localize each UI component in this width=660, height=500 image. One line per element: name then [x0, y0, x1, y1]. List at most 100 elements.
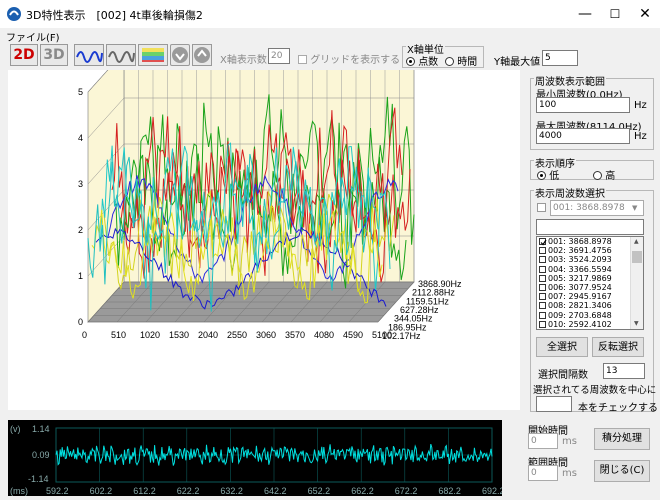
listbox-scrollbar[interactable]: ▲ ▼: [630, 237, 643, 329]
freq-item-checkbox[interactable]: [539, 302, 546, 310]
freq-item-label: 005: 3217.9869: [548, 273, 612, 283]
freq-list-item[interactable]: 006: 3077.9524: [537, 283, 643, 292]
freq-item-label: 001: 3868.8978: [548, 237, 612, 247]
colormap-icon: [142, 48, 164, 62]
y-tick-label: 1: [78, 271, 83, 281]
order-low-radio[interactable]: [537, 171, 546, 180]
x-unit-time-option[interactable]: 時間: [445, 53, 477, 68]
freq-text-input[interactable]: [536, 219, 644, 235]
interval-input[interactable]: 13: [603, 363, 645, 379]
order-high-option[interactable]: 高: [593, 167, 615, 182]
freq-item-checkbox[interactable]: [539, 238, 547, 246]
freq-item-checkbox[interactable]: [539, 256, 546, 264]
spectrum-map-button[interactable]: [138, 44, 168, 66]
minimize-button[interactable]: —: [570, 0, 600, 28]
freq-item-checkbox[interactable]: [539, 265, 546, 273]
waveform-x-tick: 652.2: [308, 486, 331, 496]
app-icon: [7, 7, 21, 21]
x-tick-label: 2040: [198, 330, 218, 340]
waveform-x-tick: 612.2: [133, 486, 156, 496]
waveform-gray-button[interactable]: [106, 44, 136, 66]
y-tick-label: 3: [78, 179, 83, 189]
x-unit-points-option[interactable]: 点数: [406, 53, 438, 68]
freq-list-item[interactable]: 003: 3524.2093: [537, 255, 643, 264]
freq-item-label: 006: 3077.9524: [548, 283, 612, 293]
view-2d-button[interactable]: 2D: [10, 44, 38, 66]
x-unit-points-radio[interactable]: [406, 57, 415, 66]
center-suffix-label: 本をチェックする: [578, 403, 658, 414]
close-window-button[interactable]: ✕: [630, 0, 660, 28]
view-3d-button[interactable]: 3D: [40, 44, 68, 66]
freq-list-item[interactable]: 001: 3868.8978: [537, 237, 643, 246]
start-time-unit: ms: [562, 436, 577, 447]
freq-list-item[interactable]: 009: 2703.6848: [537, 311, 643, 320]
z-tick-label: 102.17Hz: [382, 331, 421, 341]
waveform-x-tick: 662.2: [351, 486, 374, 496]
freq-combo-checkbox[interactable]: [537, 203, 546, 212]
freq-list-item[interactable]: 008: 2821.3406: [537, 301, 643, 310]
title-bar: 3D特性表示 [002] 4t車後輪損傷2 — ☐ ✕: [0, 0, 660, 28]
next-button[interactable]: [192, 44, 212, 66]
scroll-thumb[interactable]: [632, 251, 642, 263]
start-time-input[interactable]: 0: [528, 433, 558, 449]
waveform-x-tick: 692.2: [482, 486, 502, 496]
freq-item-label: 004: 3366.5594: [548, 264, 612, 274]
range-time-input[interactable]: 0: [528, 465, 558, 481]
waveform-blue-button[interactable]: [74, 44, 104, 66]
integrate-button[interactable]: 積分処理: [594, 428, 650, 450]
close-button[interactable]: 閉じる(C): [594, 460, 650, 482]
freq-item-checkbox[interactable]: [539, 293, 546, 301]
freq-combo[interactable]: 001: 3868.8978: [550, 200, 644, 216]
freq-item-label: 002: 3691.4756: [548, 246, 612, 256]
waveform-x-tick: 642.2: [264, 486, 287, 496]
freq-listbox[interactable]: 001: 3868.8978 002: 3691.4756 003: 3524.20…: [536, 236, 644, 330]
freq-item-checkbox[interactable]: [539, 274, 546, 282]
center-count-input[interactable]: [536, 396, 572, 412]
freq-item-checkbox[interactable]: [539, 284, 546, 292]
x-count-input[interactable]: 20: [268, 48, 290, 64]
waveform-panel: 592.2 602.2 612.2 622.2 632.2 642.2 652.2 662.2…: [8, 420, 505, 496]
invert-select-button[interactable]: 反転選択: [592, 337, 644, 357]
scroll-down-icon[interactable]: ▼: [634, 320, 639, 327]
x-tick-label: 1530: [169, 330, 189, 340]
freq-list-item[interactable]: 007: 2945.9167: [537, 292, 643, 301]
freq-item-checkbox[interactable]: [539, 247, 546, 255]
arrow-down-circle-icon: [172, 47, 188, 63]
waveform-svg: 592.2 602.2 612.2 622.2 632.2 642.2 652.2 662.2…: [10, 424, 505, 496]
order-high-radio[interactable]: [593, 171, 602, 180]
menu-file[interactable]: ファイル(F): [6, 29, 60, 44]
max-freq-input[interactable]: 4000: [536, 128, 630, 144]
min-freq-unit: Hz: [634, 100, 647, 111]
freq-item-label: 003: 3524.2093: [548, 255, 612, 265]
x-tick-label: 4590: [343, 330, 363, 340]
x-tick-label: 0: [82, 330, 87, 340]
x-tick-label: 3060: [256, 330, 276, 340]
maximize-button[interactable]: ☐: [600, 0, 630, 28]
grid-toggle[interactable]: グリッドを表示する: [298, 51, 400, 66]
x-tick-label: 2550: [227, 330, 247, 340]
center-label: 選択されてる周波数を中心に: [533, 385, 657, 396]
prev-button[interactable]: [170, 44, 190, 66]
grid-checkbox[interactable]: [298, 55, 307, 64]
scroll-up-icon[interactable]: ▲: [634, 238, 639, 245]
freq-item-checkbox[interactable]: [539, 311, 546, 319]
interval-label: 選択間隔数: [538, 370, 588, 381]
x-unit-time-radio[interactable]: [445, 57, 454, 66]
freq-list-item[interactable]: 005: 3217.9869: [537, 274, 643, 283]
freq-item-checkbox[interactable]: [539, 320, 546, 328]
freq-list-item[interactable]: 004: 3366.5594: [537, 265, 643, 274]
min-freq-input[interactable]: 100: [536, 97, 630, 113]
x-tick-label: 510: [111, 330, 126, 340]
freq-item-label: 008: 2821.3406: [548, 301, 612, 311]
x-tick-label: 1020: [140, 330, 160, 340]
y-max-input[interactable]: 5: [542, 50, 578, 66]
freq-list-item[interactable]: 002: 3691.4756: [537, 246, 643, 255]
order-low-option[interactable]: 低: [537, 167, 559, 182]
waveform-x-tick: 672.2: [395, 486, 418, 496]
chart-3d: 0 1 2 3 4 5 0 510 1020 1530 2040 2550 3060 3570 4080 45…: [8, 51, 520, 410]
x-tick-label: 3570: [285, 330, 305, 340]
y-tick-label: 0: [78, 317, 83, 327]
waveform-y-mid: 0.09: [32, 450, 50, 460]
select-all-button[interactable]: 全選択: [536, 337, 588, 357]
freq-list-item[interactable]: 010: 2592.4102: [537, 320, 643, 329]
